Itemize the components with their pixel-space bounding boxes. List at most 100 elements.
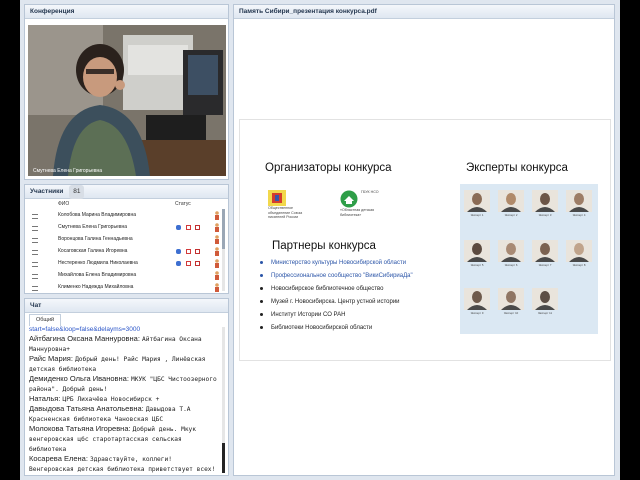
bullet-icon <box>260 273 263 277</box>
participants-panel: Участники 81 ФИО Статус Колобова Марина … <box>24 184 229 294</box>
expert-card: Эксперт 9 <box>462 288 492 315</box>
expert-card: Эксперт 1 <box>462 190 492 217</box>
partner-item: Библиотеки Новосибирской области <box>260 322 413 335</box>
children-library-logo: ГБУК НСО «Областная детская библиотека» <box>340 190 380 217</box>
experts-grid: Эксперт 1 Эксперт 2 Эксперт 3 Эксперт 4 Эксп… <box>460 184 598 334</box>
expert-caption: Эксперт 4 <box>572 213 586 217</box>
bullet-icon <box>260 299 263 303</box>
expert-caption: Эксперт 7 <box>538 263 552 267</box>
expert-card: Эксперт 11 <box>530 288 560 315</box>
drag-handle-icon[interactable] <box>32 286 38 291</box>
partner-item: Музей г. Новосибирска. Центр устной исто… <box>260 296 413 309</box>
chat-panel: Чат Общий start=false&loop=false&delayms… <box>24 298 229 476</box>
screen-share-icon[interactable] <box>195 261 200 266</box>
chat-message: Косарева Елена: Здравствуйте, коллеги! В… <box>29 454 219 474</box>
writers-union-emblem <box>268 190 286 206</box>
expert-photo <box>532 240 558 262</box>
column-header-name[interactable]: ФИО <box>58 201 69 207</box>
person-icon <box>214 211 220 220</box>
expert-caption: Эксперт 6 <box>504 263 518 267</box>
participants-count-badge: 81 <box>69 185 85 199</box>
partner-label: Институт Истории СО РАН <box>271 312 346 318</box>
drag-handle-icon[interactable] <box>32 226 38 231</box>
chat-scrollbar[interactable] <box>222 327 225 473</box>
participant-row[interactable]: Клименко Надежда Михайловна <box>28 282 224 293</box>
participant-name: Косаговская Галина Игоревна <box>58 248 128 254</box>
expert-photo <box>464 190 490 212</box>
partner-label: Музей г. Новосибирска. Центр устной исто… <box>271 299 400 305</box>
document-title: Память Сибири_презентация конкурса.pdf <box>234 5 614 19</box>
person-icon <box>214 283 220 292</box>
participant-row[interactable]: Нестеренко Людмила Николаевна <box>28 258 224 269</box>
screen-share-icon[interactable] <box>195 249 200 254</box>
drag-handle-icon[interactable] <box>32 262 38 267</box>
participant-row[interactable]: Смутнева Елена Григорьевна <box>28 222 224 233</box>
chat-author: Райс Мария: <box>29 354 73 363</box>
microphone-icon[interactable] <box>176 249 181 254</box>
column-header-status[interactable]: Статус <box>175 201 191 207</box>
document-panel: Память Сибири_презентация конкурса.pdf О… <box>233 4 615 476</box>
partners-list: Министерство культуры Новосибирской обла… <box>260 257 413 335</box>
scrollbar-thumb[interactable] <box>222 443 225 473</box>
participant-row[interactable]: Косаговская Галина Игоревна <box>28 246 224 257</box>
expert-card: Эксперт 5 <box>462 240 492 267</box>
partner-label: Министерство культуры Новосибирской обла… <box>271 260 407 266</box>
partner-label: Новосибирское библиотечное общество <box>271 286 384 292</box>
expert-caption: Эксперт 3 <box>538 213 552 217</box>
participant-row[interactable]: Воронцова Галина Геннадьевна <box>28 234 224 245</box>
expert-caption: Эксперт 5 <box>470 263 484 267</box>
drag-handle-icon[interactable] <box>32 214 38 219</box>
expert-caption: Эксперт 8 <box>572 263 586 267</box>
chat-message: Молокова Татьяна Игоревна: Добрый день. … <box>29 424 219 454</box>
chat-author: Молокова Татьяна Игоревна: <box>29 424 131 433</box>
partner-item[interactable]: Министерство культуры Новосибирской обла… <box>260 257 413 270</box>
microphone-icon[interactable] <box>176 225 181 230</box>
drag-handle-icon[interactable] <box>32 274 38 279</box>
expert-photo <box>532 288 558 310</box>
conference-panel: Конференция Смутнева Елена Григорьевна <box>24 4 229 180</box>
person-icon <box>214 235 220 244</box>
chat-message: Наталья: ЦРБ Лихачёва Новосибирск + <box>29 394 219 404</box>
expert-caption: Эксперт 11 <box>537 311 553 315</box>
participant-name: Воронцова Галина Геннадьевна <box>58 236 133 242</box>
expert-card: Эксперт 10 <box>496 288 526 315</box>
chat-author: Давыдова Татьяна Анатольевна: <box>29 404 144 413</box>
participants-scrollbar[interactable] <box>222 209 225 291</box>
expert-card: Эксперт 6 <box>496 240 526 267</box>
participant-row[interactable]: Михайлова Елена Владимировна <box>28 270 224 281</box>
microphone-icon[interactable] <box>176 261 181 266</box>
expert-photo <box>566 190 592 212</box>
expert-card: Эксперт 3 <box>530 190 560 217</box>
expert-photo <box>566 240 592 262</box>
drag-handle-icon[interactable] <box>32 238 38 243</box>
chat-author: Айтбагина Оксана Маннуровна: <box>29 334 140 343</box>
scrollbar-thumb[interactable] <box>222 209 225 249</box>
partner-item[interactable]: Профессиональное сообщество "ВикиСибириа… <box>260 270 413 283</box>
screen-share-icon[interactable] <box>195 225 200 230</box>
camera-icon[interactable] <box>186 225 191 230</box>
partner-label: Профессиональное сообщество "ВикиСибириа… <box>271 273 413 279</box>
expert-photo <box>532 190 558 212</box>
participant-name: Клименко Надежда Михайловна <box>58 284 134 290</box>
chat-message: Айтбагина Оксана Маннуровна: Айтбагина О… <box>29 334 219 354</box>
writers-union-logo: Общественное объединение Союза писателей… <box>268 190 304 220</box>
chat-author: Наталья: <box>29 394 61 403</box>
participants-title: Участники <box>30 188 64 195</box>
chat-message: Ломиворотова Марина Александровна: Здрав… <box>29 474 219 475</box>
chat-link-line[interactable]: start=false&loop=false&delayms=3000 <box>29 325 219 334</box>
person-icon <box>214 223 220 232</box>
participant-row[interactable]: Колобова Марина Владимировна <box>28 210 224 221</box>
camera-icon[interactable] <box>186 261 191 266</box>
expert-photo <box>498 288 524 310</box>
expert-caption: Эксперт 9 <box>470 311 484 315</box>
participants-header: Участники 81 <box>25 185 228 199</box>
bullet-icon <box>260 325 263 329</box>
partner-item: Новосибирское библиотечное общество <box>260 283 413 296</box>
drag-handle-icon[interactable] <box>32 250 38 255</box>
partner-label: Библиотеки Новосибирской области <box>271 325 373 331</box>
camera-icon[interactable] <box>186 249 191 254</box>
chat-messages: start=false&loop=false&delayms=3000 Айтб… <box>29 325 219 475</box>
video-feed[interactable]: Смутнева Елена Григорьевна <box>28 25 226 176</box>
expert-card: Эксперт 8 <box>564 240 594 267</box>
expert-photo <box>498 240 524 262</box>
